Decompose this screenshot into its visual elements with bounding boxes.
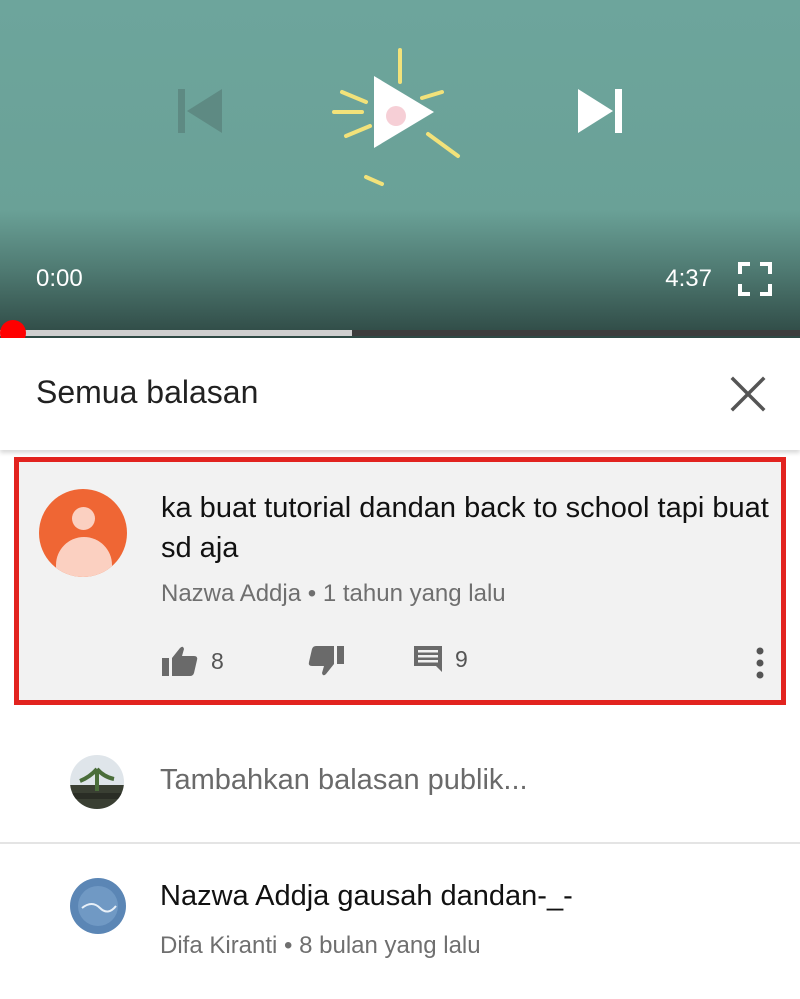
reply-meta: Difa Kiranti • 8 bulan yang lalu xyxy=(160,932,481,960)
like-button[interactable]: 8 xyxy=(161,645,224,677)
comment-meta: Nazwa Addja • 1 tahun yang lalu xyxy=(161,580,506,608)
play-icon[interactable] xyxy=(330,42,470,192)
highlighted-comment: ka buat tutorial dandan back to school t… xyxy=(14,457,786,705)
skip-next-icon[interactable] xyxy=(570,85,630,137)
comment-author[interactable]: Nazwa Addja xyxy=(161,580,301,607)
reply-button[interactable]: 9 xyxy=(413,645,468,673)
avatar-body xyxy=(56,537,112,577)
comment-text: ka buat tutorial dandan back to school t… xyxy=(161,492,769,564)
reply-item: Nazwa Addja gausah dandan-_- Difa Kirant… xyxy=(0,844,800,999)
reply-author[interactable]: Difa Kiranti xyxy=(160,932,277,959)
reply-count: 9 xyxy=(455,645,468,672)
thumbs-down-icon xyxy=(308,646,344,676)
avatar-head xyxy=(72,507,95,530)
fullscreen-icon[interactable] xyxy=(738,262,772,296)
meta-separator: • xyxy=(284,932,300,959)
meta-separator: • xyxy=(307,580,323,607)
replies-title: Semua balasan xyxy=(36,374,259,410)
avatar[interactable] xyxy=(39,489,127,577)
skip-previous-icon[interactable] xyxy=(170,85,230,137)
close-icon[interactable] xyxy=(728,374,768,414)
comment-time: 1 tahun yang lalu xyxy=(322,580,506,607)
replies-header: Semua balasan xyxy=(0,338,800,450)
buffered-bar xyxy=(0,330,352,336)
progress-bar[interactable] xyxy=(0,330,800,336)
current-time: 0:00 xyxy=(36,265,83,292)
thumbs-up-icon xyxy=(162,646,198,676)
dislike-button[interactable] xyxy=(307,645,345,677)
total-time: 4:37 xyxy=(665,265,712,292)
reply-time: 8 bulan yang lalu xyxy=(299,932,481,959)
reply-text: Nazwa Addja gausah dandan-_- xyxy=(160,880,573,912)
comment-icon xyxy=(414,646,442,672)
more-vertical-icon[interactable] xyxy=(752,645,768,681)
user-avatar xyxy=(70,755,124,809)
video-player[interactable]: 0:00 4:37 xyxy=(0,0,800,338)
reply-input[interactable]: Tambahkan balasan publik... xyxy=(160,764,528,797)
add-reply-row[interactable]: Tambahkan balasan publik... xyxy=(0,720,800,840)
like-count: 8 xyxy=(211,647,224,674)
avatar[interactable] xyxy=(70,878,126,934)
